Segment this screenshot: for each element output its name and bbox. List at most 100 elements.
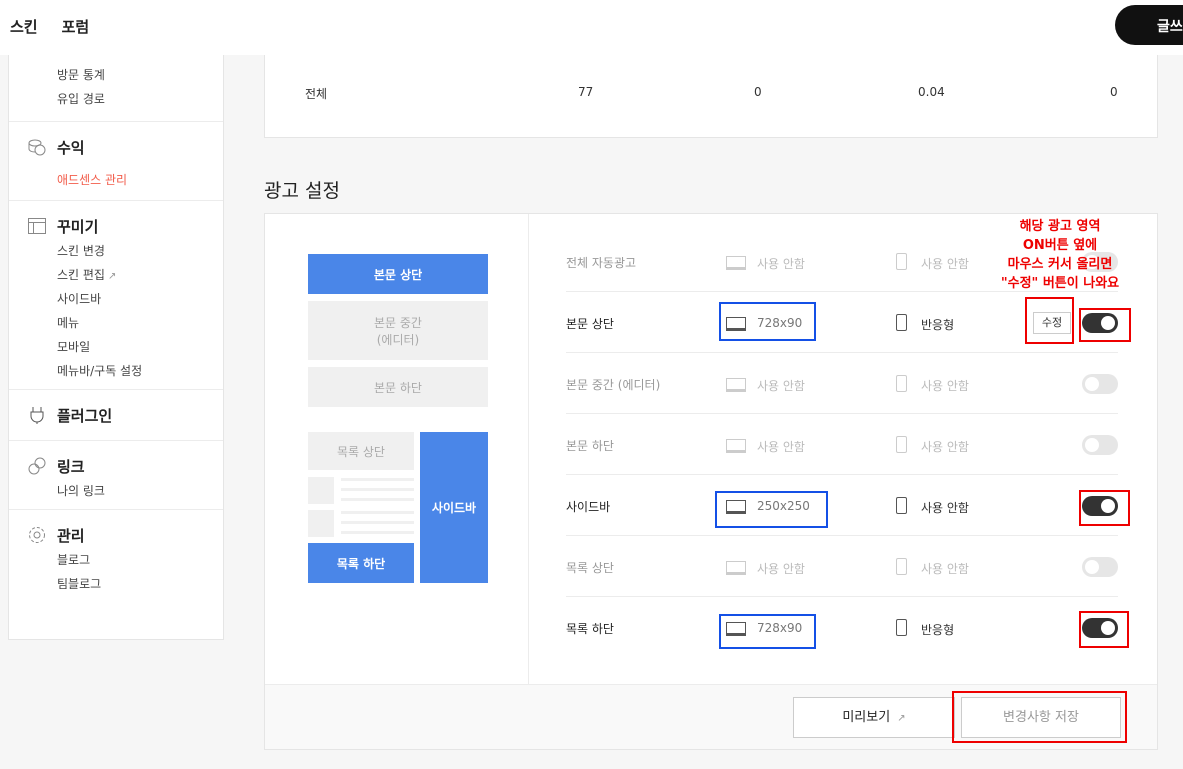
ad-row-list-top: 목록 상단 사용 안함 사용 안함	[566, 536, 1118, 597]
highlight-box-red	[1079, 490, 1130, 526]
sidebar-item-menu[interactable]: 메뉴	[57, 311, 223, 335]
sidebar-item-blog[interactable]: 블로그	[57, 548, 223, 572]
ad-toggle[interactable]	[1082, 374, 1118, 394]
external-link-icon: ↗	[897, 713, 906, 724]
stats-value-4: 0	[1110, 85, 1118, 99]
sidebar-item-visit-stats[interactable]: 방문 통계	[57, 63, 223, 87]
mobile-setting[interactable]: 사용 안함	[921, 255, 969, 272]
sidebar-item-my-link[interactable]: 나의 링크	[57, 479, 223, 503]
highlight-box-red	[952, 691, 1127, 743]
toggle-knob	[1085, 438, 1099, 452]
annotation-line: 마우스 커서 올리면	[1007, 257, 1113, 272]
ad-row-body-bottom: 본문 하단 사용 안함 사용 안함	[566, 414, 1118, 475]
mobile-setting[interactable]: 사용 안함	[921, 499, 969, 516]
mobile-icon	[896, 558, 907, 575]
ad-row-body-middle: 본문 중간 (에디터) 사용 안함 사용 안함	[566, 353, 1118, 414]
desktop-icon	[726, 439, 746, 453]
nav-skin[interactable]: 스킨	[10, 16, 38, 37]
ad-layout-preview: 본문 상단 본문 중간 (에디터) 본문 하단 목록 상단 목록 하단 사이드바	[265, 214, 529, 684]
sidebar-group-manage[interactable]: 관리	[9, 522, 223, 548]
preview-button[interactable]: 미리보기 ↗	[793, 697, 955, 738]
external-link-icon: ↗	[107, 271, 117, 282]
preview-list-line	[341, 498, 414, 501]
mobile-icon	[896, 436, 907, 453]
sidebar-item-skin-edit[interactable]: 스킨 편집 ↗	[57, 263, 223, 287]
pc-setting[interactable]: 사용 안함	[757, 255, 805, 272]
preview-list-thumb-2	[308, 510, 334, 537]
toggle-knob	[1085, 377, 1099, 391]
sidebar-group-link[interactable]: 링크	[9, 453, 223, 479]
sidebar-group-revenue-label: 수익	[57, 138, 85, 157]
annotation-line: 해당 광고 영역	[1019, 219, 1101, 234]
ad-row-list-bottom: 목록 하단 728x90 반응형	[566, 597, 1118, 658]
sidebar-group-manage-label: 관리	[57, 526, 85, 545]
stats-value-2: 0	[754, 85, 762, 99]
stats-value-1: 77	[578, 85, 594, 99]
mobile-setting[interactable]: 사용 안함	[921, 377, 969, 394]
ad-toggle[interactable]	[1082, 557, 1118, 577]
annotation-text: 해당 광고 영역 ON버튼 옆에 마우스 커서 올리면 "수정" 버튼이 나와요	[970, 217, 1150, 293]
preview-list-line	[341, 511, 414, 514]
sidebar-group-decorate[interactable]: 꾸미기	[9, 213, 223, 239]
desktop-icon	[726, 256, 746, 270]
ad-row-name: 본문 상단	[566, 317, 614, 331]
stats-row-label: 전체	[305, 87, 328, 101]
sidebar-item-sidebar[interactable]: 사이드바	[57, 287, 223, 311]
ad-row-name: 목록 하단	[566, 622, 614, 636]
mobile-setting[interactable]: 반응형	[921, 621, 954, 638]
mobile-icon	[896, 619, 907, 636]
preview-body-middle-l2: (에디터)	[376, 332, 420, 347]
preview-list-line	[341, 531, 414, 534]
preview-button-label: 미리보기	[842, 710, 891, 725]
ad-settings-title: 광고 설정	[264, 180, 340, 202]
pc-setting[interactable]: 사용 안함	[757, 438, 805, 455]
highlight-box-blue	[719, 614, 816, 649]
mobile-setting[interactable]: 반응형	[921, 316, 954, 333]
mobile-icon	[896, 253, 907, 270]
highlight-box-red	[1079, 611, 1129, 648]
sidebar-group-plugin[interactable]: 플러그인	[9, 402, 223, 428]
preview-list-top: 목록 상단	[308, 432, 414, 470]
sidebar-item-referrer[interactable]: 유입 경로	[57, 87, 223, 111]
sidebar-item-adsense[interactable]: 애드센스 관리	[57, 168, 223, 192]
sidebar-item-team-blog[interactable]: 팀블로그	[57, 572, 223, 596]
sidebar-item-mobile[interactable]: 모바일	[57, 335, 223, 359]
preview-list-thumb-1	[308, 477, 334, 504]
coins-icon	[28, 139, 46, 156]
ad-row-name: 본문 중간 (에디터)	[566, 378, 661, 392]
highlight-box-blue	[719, 302, 816, 341]
pc-setting[interactable]: 사용 안함	[757, 560, 805, 577]
ad-row-name: 사이드바	[566, 500, 611, 514]
highlight-box-red	[1079, 308, 1131, 342]
ad-toggle[interactable]	[1082, 435, 1118, 455]
desktop-icon	[726, 378, 746, 392]
pc-setting[interactable]: 사용 안함	[757, 377, 805, 394]
mobile-icon	[896, 497, 907, 514]
desktop-icon	[726, 561, 746, 575]
toggle-knob	[1085, 560, 1099, 574]
ad-row-name: 목록 상단	[566, 561, 614, 575]
preview-list-line	[341, 478, 414, 481]
sidebar-item-skin-change[interactable]: 스킨 변경	[57, 239, 223, 263]
ad-settings-card: 본문 상단 본문 중간 (에디터) 본문 하단 목록 상단 목록 하단 사이드바…	[264, 213, 1158, 750]
sidebar-item-skin-edit-label: 스킨 편집	[57, 268, 105, 282]
sidebar-item-menubar[interactable]: 메뉴바/구독 설정	[57, 359, 223, 383]
preview-body-top: 본문 상단	[308, 254, 488, 294]
mobile-setting[interactable]: 사용 안함	[921, 438, 969, 455]
preview-body-middle-l1: 본문 중간	[374, 315, 422, 330]
preview-sidebar: 사이드바	[420, 432, 488, 583]
highlight-box-blue	[715, 491, 828, 528]
preview-body-bottom: 본문 하단	[308, 367, 488, 407]
preview-list-bottom: 목록 하단	[308, 543, 414, 583]
link-icon	[28, 457, 46, 475]
ad-row-name: 전체 자동광고	[566, 256, 637, 270]
mobile-setting[interactable]: 사용 안함	[921, 560, 969, 577]
sidebar: 방문 통계 유입 경로 수익 애드센스 관리 꾸미기 스킨 변경 스킨 편집 ↗ …	[8, 55, 224, 640]
annotation-line: "수정" 버튼이 나와요	[1000, 276, 1120, 291]
write-button[interactable]: 글쓰	[1115, 5, 1183, 45]
nav-forum[interactable]: 포럼	[62, 16, 90, 37]
sidebar-group-revenue[interactable]: 수익	[9, 134, 223, 160]
preview-list-line	[341, 488, 414, 491]
preview-list-line	[341, 521, 414, 524]
sidebar-group-link-label: 링크	[57, 457, 85, 476]
